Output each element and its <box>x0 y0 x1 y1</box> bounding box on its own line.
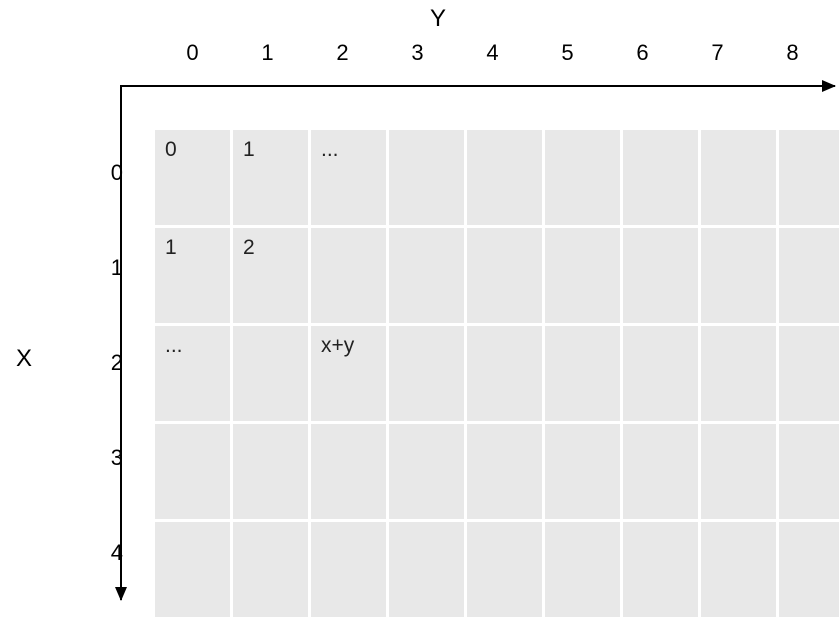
y-tick: 8 <box>755 40 830 66</box>
y-tick: 6 <box>605 40 680 66</box>
grid-cell <box>233 424 308 519</box>
x-axis-label: X <box>16 345 32 373</box>
grid-cell <box>389 522 464 617</box>
grid-cell <box>545 326 620 421</box>
grid-cell <box>545 228 620 323</box>
grid-cell <box>467 326 542 421</box>
grid-cell <box>467 130 542 225</box>
grid-cell <box>467 228 542 323</box>
grid-cell <box>623 326 698 421</box>
grid-cell <box>779 228 839 323</box>
y-axis-arrow <box>120 85 835 87</box>
grid-cell <box>467 424 542 519</box>
grid-cell: ... <box>155 326 230 421</box>
grid-cell: 1 <box>233 130 308 225</box>
grid-cell <box>389 424 464 519</box>
grid-cell <box>467 522 542 617</box>
grid-cell <box>233 522 308 617</box>
x-tick: 3 <box>85 415 135 510</box>
grid-cell <box>311 522 386 617</box>
grid-cell <box>389 326 464 421</box>
grid-cell <box>701 424 776 519</box>
grid-cell <box>155 424 230 519</box>
grid-cell: x+y <box>311 326 386 421</box>
grid-cell <box>779 326 839 421</box>
grid-cell <box>701 228 776 323</box>
y-tick: 7 <box>680 40 755 66</box>
grid-cell <box>779 130 839 225</box>
grid-cell: ... <box>311 130 386 225</box>
grid-cell <box>701 326 776 421</box>
y-axis-ticks: 0 1 2 3 4 5 6 7 8 <box>155 40 835 66</box>
grid-cell: 1 <box>155 228 230 323</box>
y-tick: 3 <box>380 40 455 66</box>
grid-cell <box>545 130 620 225</box>
y-tick: 5 <box>530 40 605 66</box>
grid-cell <box>701 522 776 617</box>
grid-cell <box>545 522 620 617</box>
x-tick: 2 <box>85 320 135 415</box>
grid-cell <box>779 522 839 617</box>
grid-cell <box>623 130 698 225</box>
y-tick: 0 <box>155 40 230 66</box>
grid-table: 0 1 ... 1 2 ... x+y <box>155 130 839 617</box>
grid-cell: 0 <box>155 130 230 225</box>
grid-cell <box>311 424 386 519</box>
grid-cell <box>779 424 839 519</box>
x-axis-ticks: 0 1 2 3 4 <box>85 130 135 605</box>
grid-cell: 2 <box>233 228 308 323</box>
x-tick: 0 <box>85 130 135 225</box>
y-tick: 2 <box>305 40 380 66</box>
grid-cell <box>311 228 386 323</box>
y-axis-label: Y <box>430 5 446 33</box>
diagram-container: Y X 0 1 2 3 4 5 6 7 8 0 1 2 3 4 0 1 ... … <box>0 0 839 613</box>
grid-cell <box>155 522 230 617</box>
grid-cell <box>623 424 698 519</box>
grid-cell <box>545 424 620 519</box>
y-tick: 1 <box>230 40 305 66</box>
grid-cell <box>389 228 464 323</box>
y-tick: 4 <box>455 40 530 66</box>
grid-cell <box>623 228 698 323</box>
grid-cell <box>233 326 308 421</box>
grid-cell <box>701 130 776 225</box>
grid-cell <box>389 130 464 225</box>
x-tick: 1 <box>85 225 135 320</box>
grid-cell <box>623 522 698 617</box>
x-tick: 4 <box>85 510 135 605</box>
